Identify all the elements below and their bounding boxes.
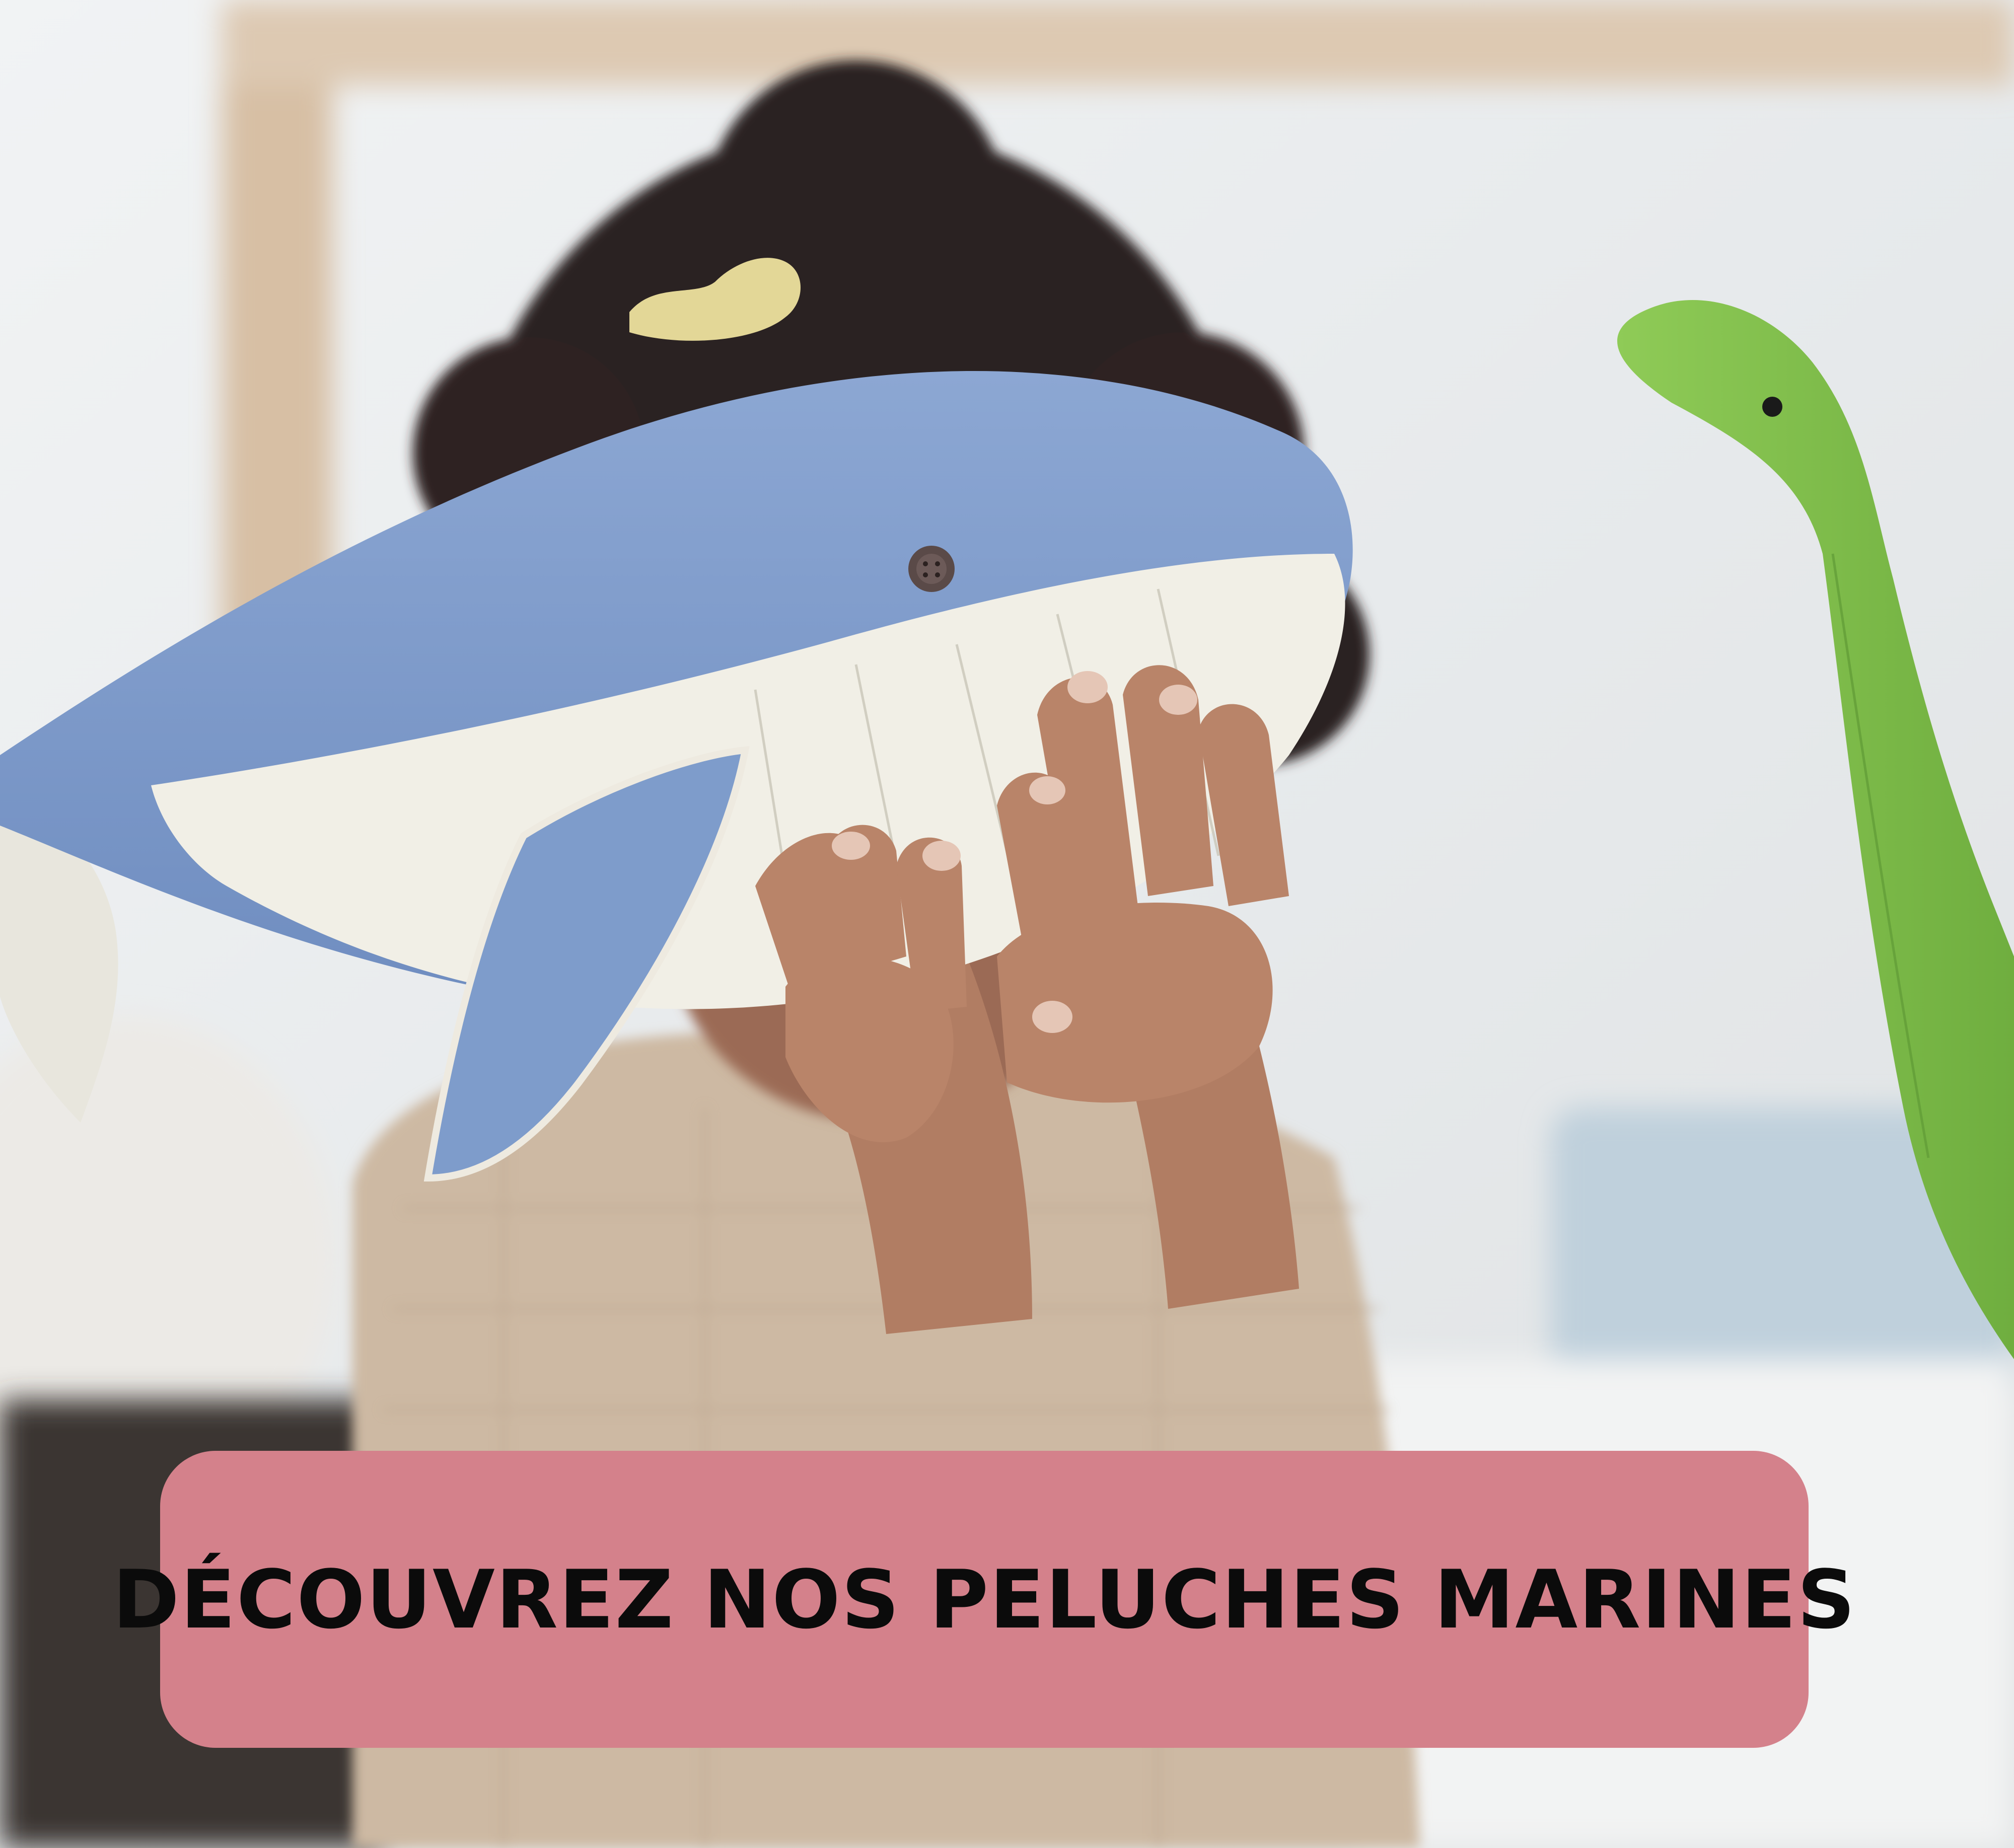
discover-marine-plush-button[interactable]: DÉCOUVREZ NOS PELUCHES MARINES <box>113 1451 1855 1748</box>
dinosaur-eye <box>1762 397 1782 417</box>
cta-label: DÉCOUVREZ NOS PELUCHES MARINES <box>112 1552 1856 1647</box>
